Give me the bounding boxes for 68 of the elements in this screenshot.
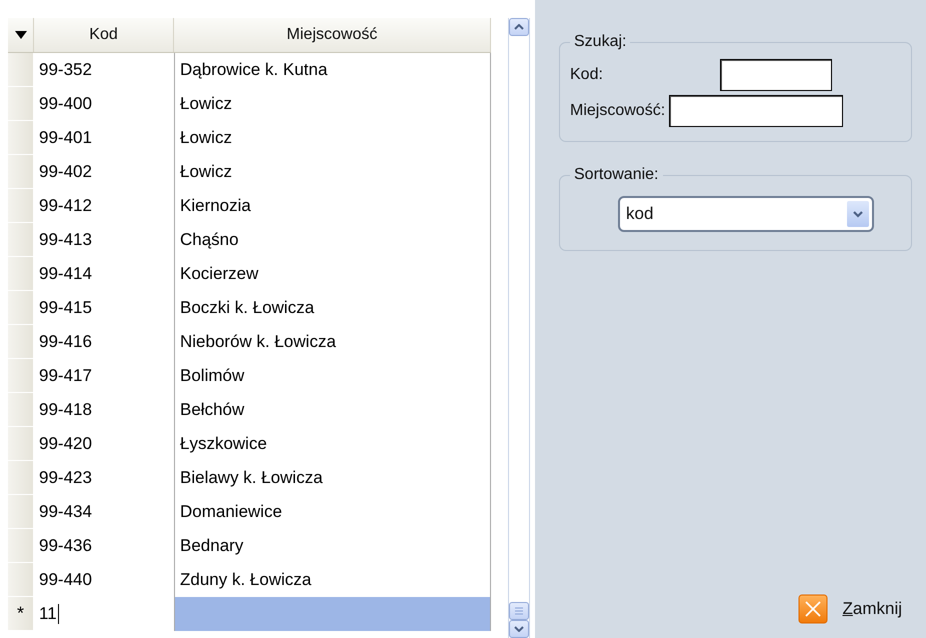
table-cell: Łowicz: [174, 121, 491, 155]
field-label: Kod:: [570, 66, 604, 84]
field-label: Miejscowość:: [570, 102, 666, 120]
chevron-down-icon: [514, 626, 524, 632]
row-selector[interactable]: [8, 155, 34, 189]
table-cell: Nieborów k. Łowicza: [174, 325, 491, 359]
table-cell: Bełchów: [174, 393, 491, 427]
table-cell: Łyszkowice: [174, 427, 491, 461]
table-cell-text: 99-440: [38, 569, 93, 591]
table-cell-text: 99-423: [38, 467, 93, 489]
row-selector[interactable]: [8, 189, 34, 223]
row-selector[interactable]: [8, 393, 34, 427]
row-selector[interactable]: [8, 291, 34, 325]
close-icon: [798, 594, 828, 624]
table-cell-text: 99-401: [38, 127, 93, 149]
table-cell: Bolimów: [174, 359, 491, 393]
new-row-marker[interactable]: *: [8, 597, 34, 631]
table-cell-text: 99-352: [38, 59, 93, 81]
row-selector[interactable]: [8, 325, 34, 359]
group-title: Sortowanie:: [573, 166, 660, 184]
table-cell: Bednary: [174, 529, 491, 563]
chevron-down-icon: [853, 210, 863, 218]
table-cell: Kiernozia: [174, 189, 491, 223]
table-cell: Łowicz: [174, 155, 491, 189]
row-selector[interactable]: [8, 223, 34, 257]
table-cell-text: 99-414: [38, 263, 93, 285]
row-indicator-icon: [14, 31, 26, 39]
row-selector[interactable]: [8, 257, 34, 291]
row-selector[interactable]: [8, 529, 34, 563]
table-cell: Dąbrowice k. Kutna: [174, 53, 491, 87]
table-cell-text: 99-412: [38, 195, 93, 217]
input-field[interactable]: [669, 95, 844, 127]
table-cell-text: 99-415: [38, 297, 93, 319]
row-selector[interactable]: [8, 461, 34, 495]
column-header[interactable]: Kod: [34, 18, 174, 52]
table-cell-text: 99-400: [38, 93, 93, 115]
scroll-thumb[interactable]: [509, 602, 529, 620]
table-cell: Łowicz: [174, 87, 491, 121]
table-cell-text: 99-436: [38, 535, 93, 557]
cell-input[interactable]: 11: [34, 597, 174, 631]
table-cell-text: 99-413: [38, 229, 93, 251]
table-cell-text: 99-418: [38, 399, 93, 421]
table-cell: Chąśno: [174, 223, 491, 257]
chevron-up-icon: [514, 24, 524, 30]
row-selector[interactable]: [8, 563, 34, 597]
table-cell-text: 99-417: [38, 365, 93, 387]
selected-cell[interactable]: [174, 597, 491, 631]
table-cell-text: 99-420: [38, 433, 93, 455]
scroll-up-button[interactable]: [509, 18, 529, 36]
row-selector[interactable]: [8, 121, 34, 155]
group-title: Szukaj:: [573, 33, 628, 51]
table-cell-text: 99-402: [38, 161, 93, 183]
table-cell-text: 99-416: [38, 331, 93, 353]
scroll-down-button[interactable]: [509, 620, 529, 638]
row-selector[interactable]: [8, 359, 34, 393]
table-cell: Bielawy k. Łowicza: [174, 461, 491, 495]
column-header[interactable]: Miejscowość: [174, 18, 491, 52]
row-selector[interactable]: [8, 427, 34, 461]
row-selector[interactable]: [8, 53, 34, 87]
close-button[interactable]: Zamknij: [794, 592, 906, 626]
sort-dropdown[interactable]: kod: [618, 196, 874, 232]
table-cell: Kocierzew: [174, 257, 491, 291]
row-selector[interactable]: [8, 87, 34, 121]
table-cell: Boczki k. Łowicza: [174, 291, 491, 325]
row-selector[interactable]: [8, 495, 34, 529]
input-field[interactable]: [720, 59, 832, 91]
table-cell-text: 99-434: [38, 501, 93, 523]
table-cell: Domaniewice: [174, 495, 491, 529]
